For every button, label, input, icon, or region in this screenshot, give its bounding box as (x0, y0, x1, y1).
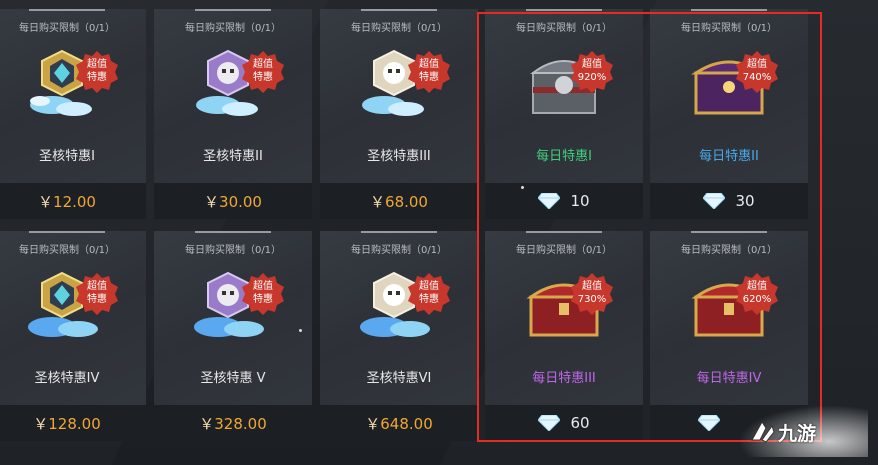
value-badge: 超值 特惠 (76, 51, 118, 93)
item-name: 圣核特惠IV (34, 371, 100, 386)
shop-item-card[interactable]: 每日购买限制（0/1） 超值 特惠 圣核特惠III ￥68.00 (320, 9, 478, 219)
badge-line2: 特惠 (253, 72, 273, 83)
item-name: 圣核特惠III (367, 149, 431, 164)
price-bar[interactable]: ￥12.00 (0, 183, 146, 219)
card-top-line (29, 9, 105, 11)
badge-line1: 超值 (87, 59, 107, 70)
item-name: 圣核特惠II (203, 149, 263, 164)
shop-item-card[interactable]: 每日购买限制（0/1） 超值 特惠 圣核特惠II ￥30.00 (154, 9, 312, 219)
shop-item-card[interactable]: 每日购买限制（0/1） 超值 特惠 圣核特惠IV ￥128.00 (0, 231, 146, 441)
card-top-line (526, 9, 602, 11)
price-bar[interactable]: ￥328.00 (154, 405, 312, 441)
decor-dot (299, 329, 302, 332)
watermark: 九游 (738, 405, 868, 457)
badge-line2: 特惠 (87, 294, 107, 305)
price-value: 68.00 (385, 192, 428, 211)
shop-item-card[interactable]: 每日购买限制（0/1） 超值 特惠 圣核特惠 V ￥328.00 (154, 231, 312, 441)
card-top-line (195, 231, 271, 233)
shop-item-card[interactable]: 每日购买限制（0/1） 超值 特惠 圣核特惠VI ￥648.00 (320, 231, 478, 441)
value-badge: 超值 特惠 (408, 51, 450, 93)
badge-line2: 特惠 (253, 294, 273, 305)
badge-line1: 超值 (253, 59, 273, 70)
card-top-line (29, 231, 105, 233)
highlight-frame (477, 12, 822, 442)
value-badge: 超值 特惠 (408, 273, 450, 315)
currency-symbol: ￥ (365, 414, 381, 433)
price-bar[interactable]: ￥648.00 (320, 405, 478, 441)
currency-symbol: ￥ (370, 192, 386, 211)
badge-line2: 特惠 (419, 294, 439, 305)
badge-line1: 超值 (87, 281, 107, 292)
item-name: 圣核特惠I (39, 149, 95, 164)
jiuyou-logo-icon (751, 421, 775, 443)
daily-limit-label: 每日购买限制（0/1） (18, 23, 116, 34)
watermark-text: 九游 (778, 422, 817, 445)
price-value: 30.00 (219, 192, 262, 211)
price-value: 328.00 (214, 414, 267, 433)
currency-symbol: ￥ (38, 192, 54, 211)
badge-line1: 超值 (253, 281, 273, 292)
price-bar[interactable]: ￥30.00 (154, 183, 312, 219)
price-value: 12.00 (53, 192, 96, 211)
value-badge: 超值 特惠 (242, 273, 284, 315)
price-bar[interactable]: ￥68.00 (320, 183, 478, 219)
daily-limit-label: 每日购买限制（0/1） (184, 245, 282, 256)
badge-line2: 特惠 (419, 72, 439, 83)
card-top-line (361, 231, 437, 233)
item-name: 圣核特惠 V (200, 371, 266, 386)
price-value: 648.00 (380, 414, 433, 433)
card-top-line (195, 9, 271, 11)
item-name: 圣核特惠VI (366, 371, 432, 386)
daily-limit-label: 每日购买限制（0/1） (350, 245, 448, 256)
currency-symbol: ￥ (199, 414, 215, 433)
price-bar[interactable]: ￥128.00 (0, 405, 146, 441)
shop-item-card[interactable]: 每日购买限制（0/1） 超值 特惠 圣核特惠I ￥12.00 (0, 9, 146, 219)
badge-line2: 特惠 (87, 72, 107, 83)
currency-symbol: ￥ (204, 192, 220, 211)
badge-line1: 超值 (419, 281, 439, 292)
daily-limit-label: 每日购买限制（0/1） (350, 23, 448, 34)
badge-line1: 超值 (419, 59, 439, 70)
value-badge: 超值 特惠 (242, 51, 284, 93)
card-top-line (361, 9, 437, 11)
currency-symbol: ￥ (33, 414, 49, 433)
daily-limit-label: 每日购买限制（0/1） (18, 245, 116, 256)
value-badge: 超值 特惠 (76, 273, 118, 315)
price-value: 128.00 (48, 414, 101, 433)
daily-limit-label: 每日购买限制（0/1） (184, 23, 282, 34)
card-top-line (691, 9, 767, 11)
